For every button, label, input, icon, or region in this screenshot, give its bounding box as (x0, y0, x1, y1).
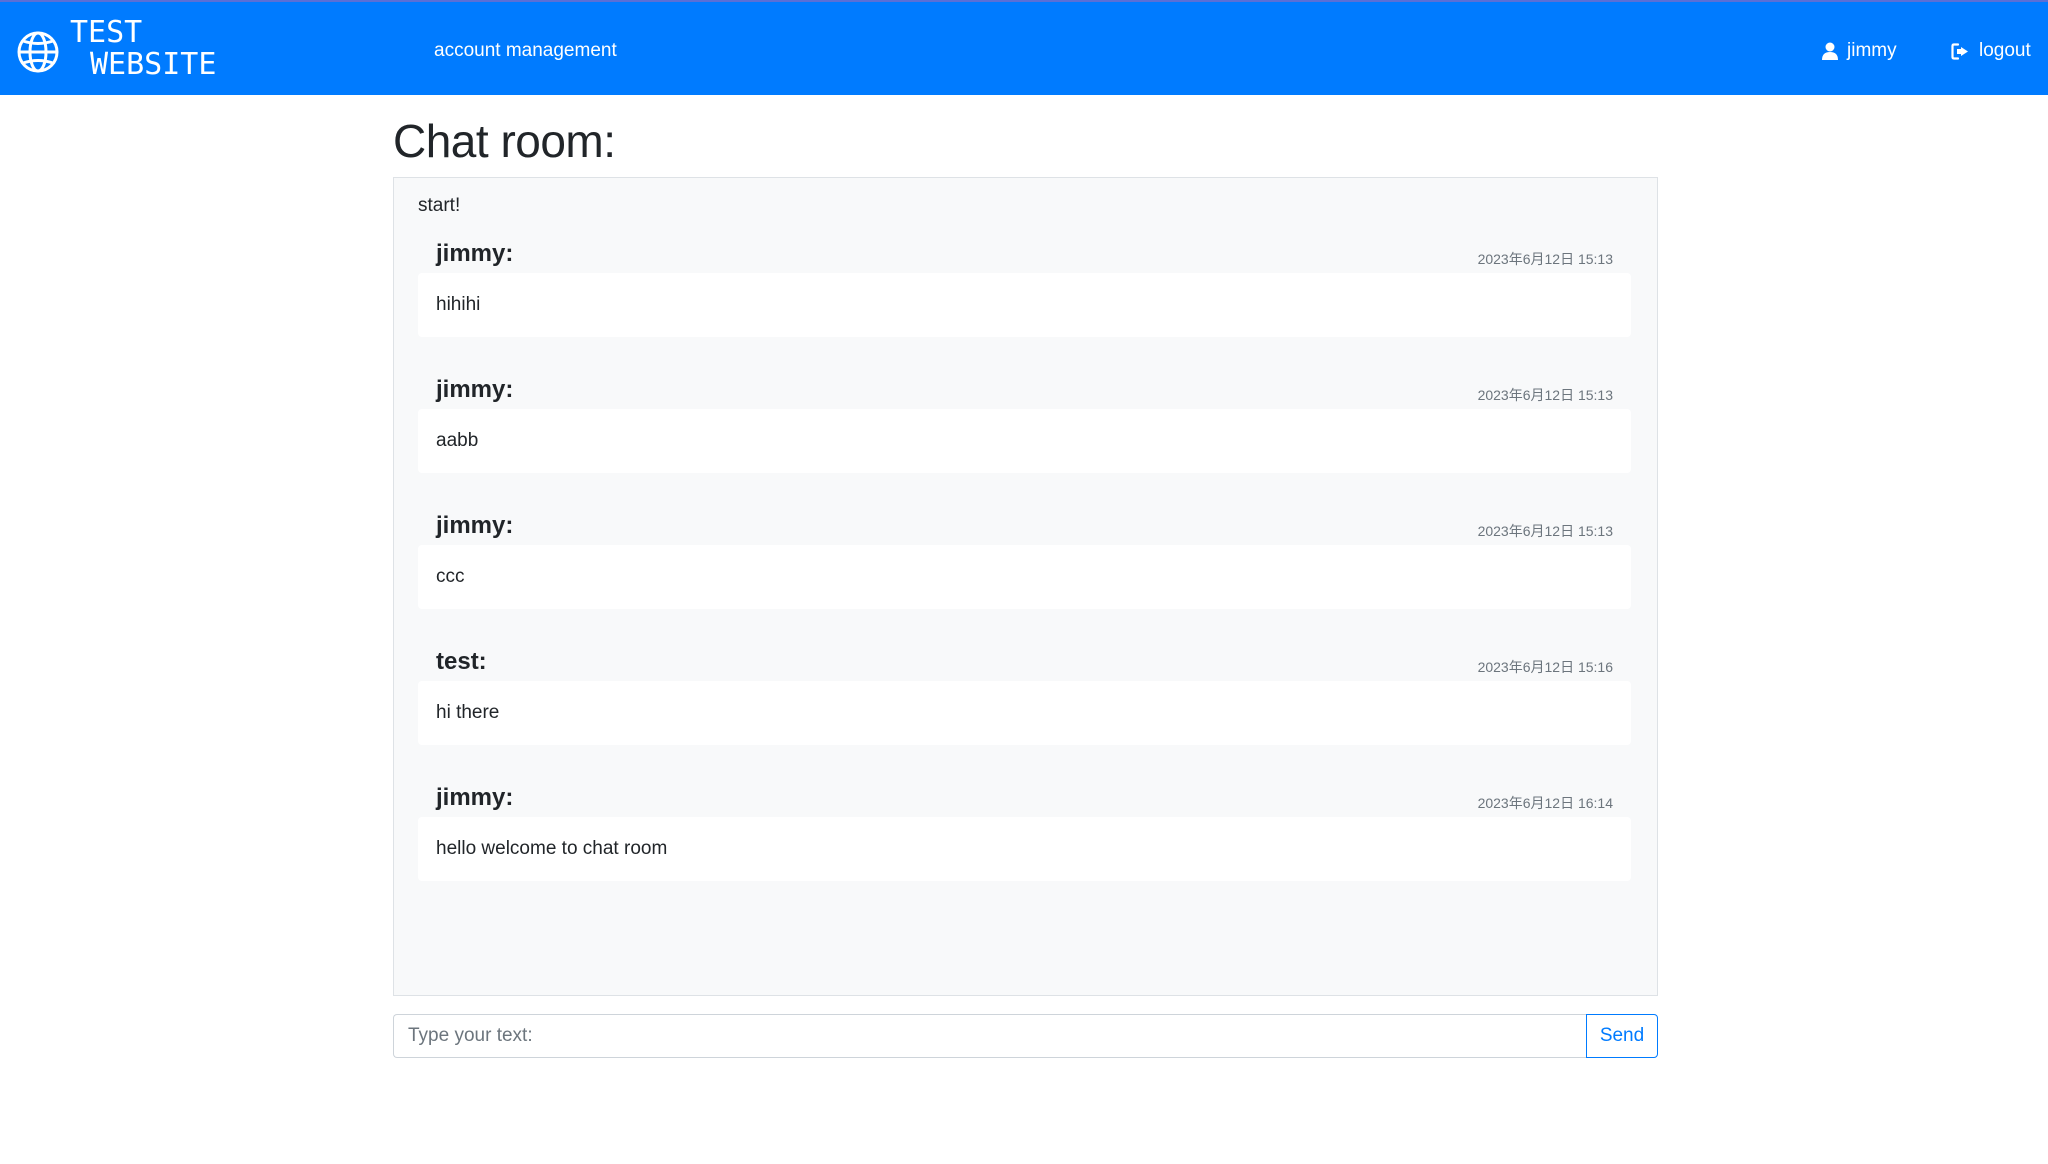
send-button[interactable]: Send (1586, 1014, 1658, 1058)
message-composer: Send (393, 1014, 1658, 1058)
page-title: Chat room: (393, 115, 616, 167)
globe-icon (17, 31, 59, 73)
chat-message: jimmy: 2023年6月12日 15:13 ccc (418, 511, 1631, 626)
message-text: hihihi (418, 273, 1631, 337)
message-text: hello welcome to chat room (418, 817, 1631, 881)
message-timestamp: 2023年6月12日 15:13 (1477, 387, 1613, 403)
message-username: jimmy: (436, 376, 514, 403)
chat-start-text: start! (418, 195, 461, 216)
logout-icon (1951, 42, 1968, 60)
message-input[interactable] (393, 1014, 1586, 1058)
message-timestamp: 2023年6月12日 15:13 (1477, 251, 1613, 267)
brand-logo[interactable]: TEST WEBSITE (16, 17, 216, 81)
nav-user-label: jimmy (1847, 40, 1897, 61)
top-navbar: TEST WEBSITE account management jimmy lo… (0, 0, 2048, 95)
message-timestamp: 2023年6月12日 15:13 (1477, 523, 1613, 539)
message-timestamp: 2023年6月12日 15:16 (1477, 659, 1613, 675)
nav-user[interactable]: jimmy (1822, 39, 1897, 63)
nav-logout[interactable]: logout (1951, 39, 2031, 63)
message-username: jimmy: (436, 784, 514, 811)
chat-message: test: 2023年6月12日 15:16 hi there (418, 647, 1631, 762)
message-text: hi there (418, 681, 1631, 745)
chat-message: jimmy: 2023年6月12日 16:14 hello welcome to… (418, 783, 1631, 898)
user-icon (1822, 42, 1838, 60)
message-timestamp: 2023年6月12日 16:14 (1477, 795, 1613, 811)
brand-line-1: TEST (70, 15, 143, 50)
nav-account-management[interactable]: account management (434, 39, 617, 63)
chat-messages-panel[interactable]: start! jimmy: 2023年6月12日 15:13 hihihi ji… (393, 177, 1658, 996)
message-username: test: (436, 648, 487, 675)
brand-line-2: WEBSITE (90, 47, 217, 82)
message-username: jimmy: (436, 512, 514, 539)
message-text: aabb (418, 409, 1631, 473)
chat-message: jimmy: 2023年6月12日 15:13 aabb (418, 375, 1631, 490)
message-username: jimmy: (436, 240, 514, 267)
nav-account-label: account management (434, 40, 617, 61)
message-text: ccc (418, 545, 1631, 609)
chat-message: jimmy: 2023年6月12日 15:13 hihihi (418, 239, 1631, 354)
nav-logout-label: logout (1979, 40, 2031, 61)
brand-text: TEST WEBSITE (70, 17, 216, 81)
